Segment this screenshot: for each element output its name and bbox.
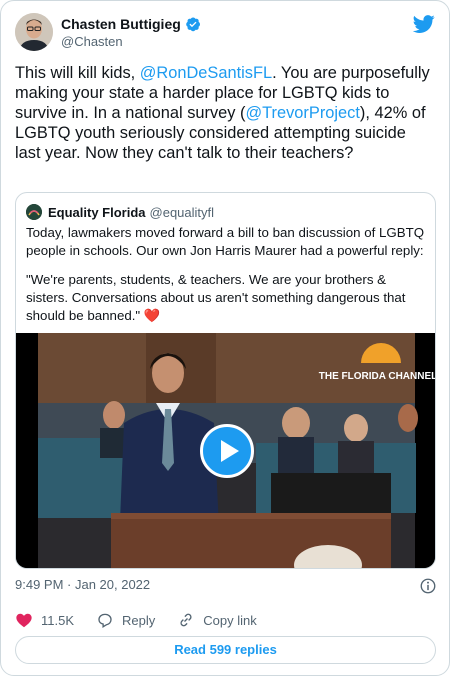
- copy-link-button[interactable]: Copy link: [177, 611, 257, 629]
- quote-paragraph: Today, lawmakers moved forward a bill to…: [26, 225, 425, 258]
- tweet-text: This will kill kids, @RonDeSantisFL. You…: [15, 64, 430, 162]
- author-name[interactable]: Chasten Buttigieg: [61, 16, 181, 32]
- mention-link[interactable]: @TrevorProject: [246, 104, 360, 122]
- mention-link[interactable]: @RonDeSantisFL: [140, 64, 272, 82]
- tweet-actions: 11.5K Reply Copy link: [15, 610, 437, 630]
- quote-author-handle[interactable]: @equalityfl: [150, 205, 215, 220]
- info-icon[interactable]: [419, 577, 437, 595]
- video-player[interactable]: THE FLORIDA CHANNEL: [16, 333, 436, 568]
- author-avatar[interactable]: [15, 13, 53, 51]
- author-handle[interactable]: @Chasten: [61, 34, 123, 49]
- tweet-meta: 9:49 PM · Jan 20, 2022: [15, 577, 437, 595]
- quote-author-name[interactable]: Equality Florida: [48, 205, 146, 220]
- tweet-header: Chasten Buttigieg @Chasten: [15, 13, 437, 53]
- quote-text: Today, lawmakers moved forward a bill to…: [26, 224, 426, 325]
- link-icon: [180, 613, 192, 627]
- play-button[interactable]: [200, 424, 254, 478]
- reply-button[interactable]: Reply: [96, 611, 155, 629]
- heart-emoji: ❤️: [143, 308, 161, 323]
- quoted-tweet[interactable]: Equality Florida @equalityfl Today, lawm…: [15, 192, 436, 569]
- tweet-timestamp[interactable]: 9:49 PM · Jan 20, 2022: [15, 577, 150, 592]
- quote-author-avatar[interactable]: [26, 204, 42, 220]
- read-replies-button[interactable]: Read 599 replies: [15, 636, 436, 664]
- heart-icon: [16, 613, 32, 628]
- verified-badge-icon: [185, 17, 200, 32]
- play-icon: [221, 440, 239, 462]
- like-count: 11.5K: [41, 612, 75, 628]
- video-watermark: THE FLORIDA CHANNEL: [319, 371, 436, 382]
- like-button[interactable]: 11.5K: [15, 611, 74, 629]
- quote-paragraph: "We're parents, students, & teachers. We…: [26, 272, 406, 323]
- twitter-bird-icon[interactable]: [413, 13, 435, 35]
- copy-link-label: Copy link: [203, 612, 257, 628]
- tweet-card[interactable]: Chasten Buttigieg @Chasten This will kil…: [0, 0, 450, 676]
- reply-label: Reply: [122, 612, 156, 628]
- reply-icon: [98, 613, 112, 628]
